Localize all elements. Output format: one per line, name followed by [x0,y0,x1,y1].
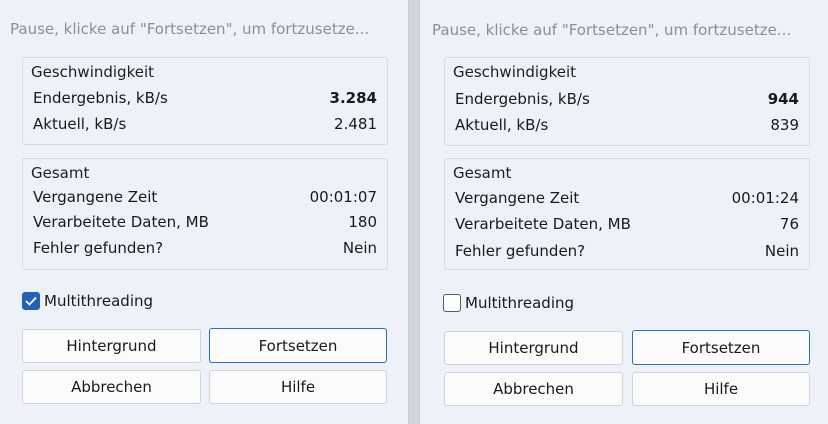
elapsed-value: 00:01:24 [731,189,799,207]
cancel-button[interactable]: Abbrechen [444,372,623,406]
current-speed-value: 2.481 [334,115,377,133]
help-button[interactable]: Hilfe [632,372,810,406]
final-speed-label: Endergebnis, kB/s [33,89,168,107]
speed-group-title: Geschwindigkeit [453,63,577,81]
cancel-button[interactable]: Abbrechen [22,370,201,404]
title-bar[interactable]: Pause, klicke auf "Fortsetzen", um fortz… [420,0,828,52]
speed-group-title: Geschwindigkeit [31,63,155,81]
background-button[interactable]: Hintergrund [22,329,201,363]
errors-row: Fehler gefunden? Nein [33,237,377,259]
elapsed-row: Vergangene Zeit 00:01:07 [33,186,377,208]
multithreading-checkbox[interactable] [443,294,461,312]
elapsed-label: Vergangene Zeit [455,189,580,207]
window-gap [409,0,419,424]
multithreading-label: Multithreading [465,294,575,312]
window-title: Pause, klicke auf "Fortsetzen", um fortz… [432,21,792,39]
errors-row: Fehler gefunden? Nein [455,240,799,262]
current-speed-value: 839 [770,116,799,134]
test-window-right: Pause, klicke auf "Fortsetzen", um fortz… [419,0,828,424]
processed-data-label: Verarbeitete Daten, MB [33,213,209,231]
elapsed-row: Vergangene Zeit 00:01:24 [455,187,799,209]
final-speed-value: 944 [767,90,799,108]
resume-button[interactable]: Fortsetzen [209,328,387,363]
background-button[interactable]: Hintergrund [444,331,623,365]
final-speed-value: 3.284 [329,89,377,107]
errors-value: Nein [764,242,799,260]
elapsed-value: 00:01:07 [309,188,377,206]
errors-label: Fehler gefunden? [33,239,164,257]
resume-button[interactable]: Fortsetzen [632,330,810,365]
title-bar[interactable]: Pause, klicke auf "Fortsetzen", um fortz… [0,0,408,52]
processed-data-label: Verarbeitete Daten, MB [455,215,631,233]
current-speed-row: Aktuell, kB/s 2.481 [33,113,377,135]
final-speed-row: Endergebnis, kB/s 3.284 [33,87,377,109]
test-window-left: Pause, klicke auf "Fortsetzen", um fortz… [0,0,409,424]
errors-value: Nein [342,239,377,257]
speed-group: Geschwindigkeit Endergebnis, kB/s 3.284 … [22,57,388,145]
total-group-title: Gesamt [31,164,90,182]
elapsed-label: Vergangene Zeit [33,188,158,206]
processed-data-value: 76 [779,215,799,233]
multithreading-row[interactable]: Multithreading [443,292,574,314]
current-speed-label: Aktuell, kB/s [455,116,549,134]
total-group: Gesamt Vergangene Zeit 00:01:24 Verarbei… [444,158,810,270]
current-speed-label: Aktuell, kB/s [33,115,127,133]
total-group-title: Gesamt [453,164,512,182]
help-button[interactable]: Hilfe [209,370,387,404]
total-group: Gesamt Vergangene Zeit 00:01:07 Verarbei… [22,158,388,270]
processed-data-row: Verarbeitete Daten, MB 180 [33,211,377,233]
multithreading-label: Multithreading [44,292,154,310]
processed-data-row: Verarbeitete Daten, MB 76 [455,213,799,235]
final-speed-label: Endergebnis, kB/s [455,90,590,108]
errors-label: Fehler gefunden? [455,242,586,260]
processed-data-value: 180 [348,213,377,231]
final-speed-row: Endergebnis, kB/s 944 [455,88,799,110]
speed-group: Geschwindigkeit Endergebnis, kB/s 944 Ak… [444,57,810,146]
current-speed-row: Aktuell, kB/s 839 [455,114,799,136]
window-title: Pause, klicke auf "Fortsetzen", um fortz… [10,20,370,38]
multithreading-checkbox[interactable] [22,292,40,310]
checkmark-icon [25,296,37,306]
multithreading-row[interactable]: Multithreading [22,290,153,312]
